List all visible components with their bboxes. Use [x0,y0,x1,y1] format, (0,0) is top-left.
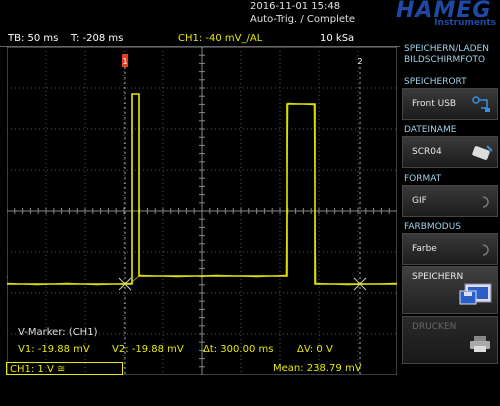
filename-label: DATEINAME [404,125,457,135]
storage-location-selector[interactable]: Front USB [402,88,498,120]
trigger-readout[interactable]: CH1: -40 mV_/AL [178,33,262,45]
channel-1-setting[interactable]: CH1: 1 V ≅ [6,362,123,375]
printer-icon [469,335,491,357]
marker-v2: V2: -19.88 mV [112,344,184,355]
format-label: FORMAT [404,174,442,184]
usb-icon [471,95,493,119]
svg-text:2: 2 [357,57,362,66]
waveform-display[interactable]: 1 2 [7,47,397,375]
storage-location-value: Front USB [412,99,457,109]
save-label: SPEICHERN [412,272,464,282]
filename-value: SCR04 [412,147,442,157]
marker-dt: Δt: 300.00 ms [203,344,274,355]
print-button[interactable]: DRUCKEN [402,316,498,364]
filename-field[interactable]: SCR04 [402,136,498,168]
panel-subtitle: BILDSCHIRMFOTO [404,55,486,65]
marker-v1: V1: -19.88 mV [18,344,90,355]
storage-location-label: SPEICHERORT [404,77,467,87]
status-bar: TB: 50 ms T: -208 ms CH1: -40 mV_/AL 10 … [0,32,400,47]
save-button[interactable]: SPEICHERN [402,266,498,314]
panel-title: SPEICHERN/LADEN [404,44,489,54]
svg-text:1: 1 [122,57,127,66]
timebase-readout[interactable]: TB: 50 ms [8,33,58,45]
time-offset-readout[interactable]: T: -208 ms [71,33,123,45]
mean-readout: Mean: 238.79 mV [273,363,362,374]
format-selector[interactable]: GIF [402,185,498,217]
color-mode-label: FARBMODUS [404,222,462,232]
rotate-knob-icon [479,192,493,216]
format-value: GIF [412,196,427,206]
color-mode-value: Farbe [412,244,437,254]
brand-logo: HAMEG Instruments [396,0,500,30]
color-mode-selector[interactable]: Farbe [402,233,498,265]
trigger-status: Auto-Trig. / Complete [250,14,356,25]
rotate-knob-icon [479,240,493,264]
top-bar: 2016-11-01 15:48 Auto-Trig. / Complete H… [0,0,500,32]
marker-dv: ΔV: 0 V [297,344,333,355]
datetime: 2016-11-01 15:48 [250,1,341,12]
brand-subtitle: Instruments [434,18,496,28]
sample-rate-readout: 10 kSa [320,33,355,44]
marker-title: V-Marker: (CH1) [18,327,98,338]
side-panel: SPEICHERN/LADEN BILDSCHIRMFOTO SPEICHERO… [400,32,500,406]
screenshot-save-icon [459,283,493,309]
keyboard-icon [471,143,493,167]
print-label: DRUCKEN [412,322,457,332]
